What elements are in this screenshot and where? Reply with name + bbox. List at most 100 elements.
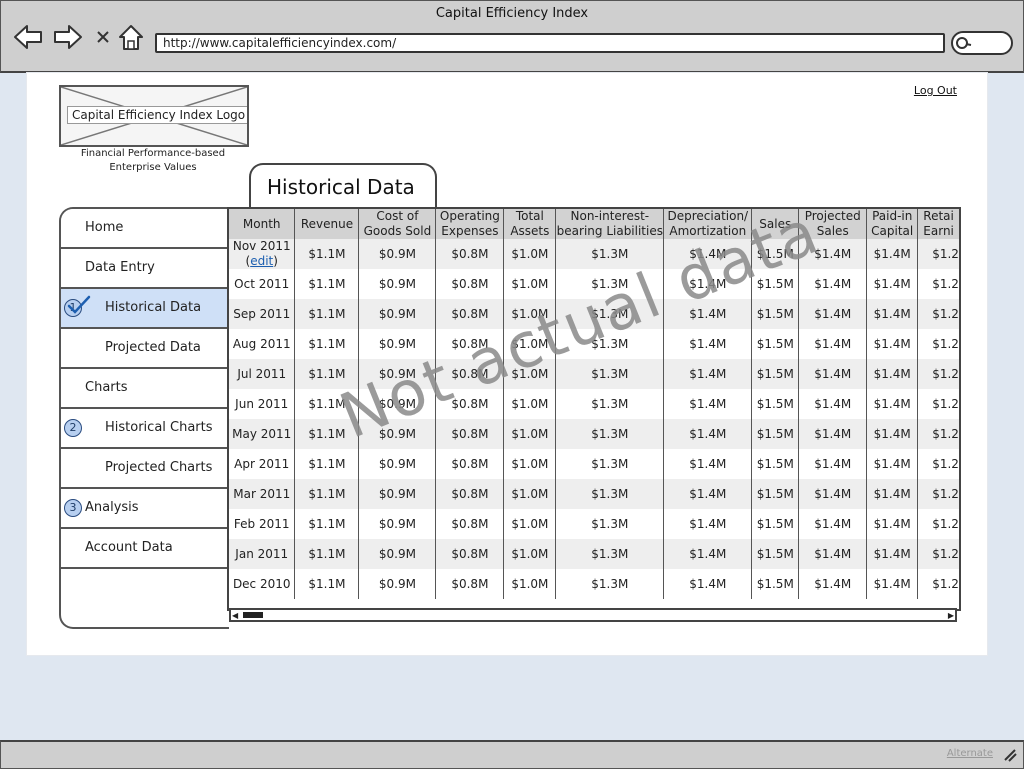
table-header: Month Revenue Cost of Goods Sold Operating Ex… (229, 209, 959, 239)
horizontal-scrollbar[interactable]: ◀ ▶ (229, 608, 957, 622)
table-row: Aug 2011 $1.1M $0.9M $0.8M $1.0M $1.3M $1.4M $1… (229, 329, 959, 359)
value-cell: $1.3M (555, 539, 665, 569)
month-cell: Aug 2011 (229, 329, 296, 359)
sidebar-item-label: Analysis (85, 500, 139, 515)
column-header-line: Earni (923, 224, 954, 238)
column-header-line: Paid-in (872, 209, 913, 223)
forward-arrow-icon[interactable] (53, 23, 83, 51)
value-cell: $1.2 (932, 517, 959, 531)
value-cell: $1.5M (751, 419, 800, 449)
logout-link[interactable]: Log Out (914, 84, 957, 97)
table-row: Oct 2011 $1.1M $0.9M $0.8M $1.0M $1.3M $1.4M $1… (229, 269, 959, 299)
value-cell: $0.8M (435, 239, 505, 269)
column-header-line: Revenue (300, 216, 354, 231)
month-cell: Apr 2011 (229, 449, 296, 479)
value-cell: $1.5M (751, 299, 800, 329)
month-cell: Jan 2011 (229, 539, 296, 569)
value-cell: $1.1M (294, 269, 360, 299)
month-label: Aug 2011 (232, 336, 291, 351)
month-label: Apr 2011 (234, 456, 290, 471)
scroll-right-arrow-icon[interactable]: ▶ (948, 611, 954, 621)
step-badge: 2 (64, 419, 82, 437)
value-cell: $0.9M (358, 569, 437, 599)
value-cell: $0.9M (358, 509, 437, 539)
value-cell: $1.4M (663, 389, 753, 419)
sidebar-item-projected-charts[interactable]: Projected Charts (61, 449, 229, 489)
value-cell: $1.4M (866, 329, 919, 359)
sidebar-item-account-data[interactable]: Account Data (61, 529, 229, 569)
value-cell: $1.1M (294, 239, 360, 269)
tagline: Financial Performance-based Enterprise V… (67, 147, 239, 175)
value-cell: $1.3M (555, 449, 665, 479)
close-icon[interactable] (95, 29, 111, 45)
column-header: Non-interest-bearing Liabilities (555, 209, 665, 239)
search-field[interactable] (951, 31, 1013, 55)
column-header: Cost of Goods Sold (358, 209, 437, 239)
tagline-line-1: Financial Performance-based (80, 148, 226, 159)
edit-link[interactable]: edit (250, 254, 273, 268)
sidebar-item-historical-charts[interactable]: 2 Historical Charts (61, 409, 229, 449)
column-header-line: Sales (816, 224, 849, 238)
value-cell: $1.4M (663, 269, 753, 299)
value-cell: $1.3M (555, 239, 665, 269)
resize-grip-icon[interactable] (1003, 748, 1017, 762)
tab-historical-data[interactable]: Historical Data (249, 163, 437, 207)
value-cell: $1.0M (503, 239, 557, 269)
back-arrow-icon[interactable] (13, 23, 43, 51)
value-cell: $1.1M (294, 569, 360, 599)
sidebar-item-analysis[interactable]: 3 Analysis (61, 489, 229, 529)
sidebar-item-label: Data Entry (85, 260, 155, 275)
column-header: Sales (751, 209, 800, 239)
url-bar[interactable]: http://www.capitalefficiencyindex.com/ (155, 33, 945, 53)
month-label: Jun 2011 (235, 396, 289, 411)
browser-toolbar: Capital Efficiency Index http://www.capi… (0, 0, 1024, 73)
sidebar-item-charts[interactable]: Charts (61, 369, 229, 409)
logo-placeholder: Capital Efficiency Index Logo (59, 85, 249, 147)
column-header-line: bearing Liabilities (556, 224, 663, 238)
scroll-left-arrow-icon[interactable]: ◀ (232, 611, 238, 621)
value-cell: $1.2 (932, 457, 959, 471)
value-cell: $1.0M (503, 569, 557, 599)
value-cell: $1.4M (663, 539, 753, 569)
value-cell: $0.9M (358, 449, 437, 479)
value-cell: $0.9M (358, 479, 437, 509)
value-cell: $1.3M (555, 269, 665, 299)
value-cell: $0.9M (358, 419, 437, 449)
value-cell: $1.4M (866, 539, 919, 569)
value-cell: $1.0M (503, 329, 557, 359)
column-header: Paid-in Capital (866, 209, 919, 239)
home-icon[interactable] (117, 23, 145, 53)
window-title: Capital Efficiency Index (435, 6, 589, 21)
column-header: Retai Earni (917, 209, 959, 239)
value-cell: $1.4M (663, 479, 753, 509)
column-header-line: Non-interest- (570, 209, 650, 223)
month-label: Nov 2011 (232, 239, 291, 253)
sidebar-nav: Home Data Entry 1 Historical Data Projec… (59, 207, 229, 629)
value-cell: $0.9M (358, 359, 437, 389)
column-header-line: Projected (804, 209, 861, 223)
month-cell: Jul 2011 (229, 359, 296, 389)
sidebar-item-historical-data[interactable]: 1 Historical Data (61, 289, 229, 329)
value-cell: $1.1M (294, 539, 360, 569)
value-cell: $1.0M (503, 509, 557, 539)
sidebar-item-home[interactable]: Home (61, 209, 229, 249)
value-cell: $1.4M (798, 419, 868, 449)
value-cell: $1.0M (503, 269, 557, 299)
alternate-link[interactable]: Alternate (947, 748, 993, 759)
month-label: Dec 2010 (232, 576, 291, 591)
value-cell: $1.5M (751, 569, 800, 599)
sidebar-item-data-entry[interactable]: Data Entry (61, 249, 229, 289)
sidebar-item-projected-data[interactable]: Projected Data (61, 329, 229, 369)
value-cell: $1.3M (555, 389, 665, 419)
edit-link-wrapper: (edit) (245, 254, 278, 268)
value-cell: $0.9M (358, 269, 437, 299)
month-label: Sep 2011 (233, 306, 291, 321)
column-header-line: Cost of (376, 209, 419, 223)
column-header-line: Goods Sold (363, 224, 432, 238)
value-cell: $1.4M (663, 449, 753, 479)
value-cell: $1.4M (798, 509, 868, 539)
table-row: Mar 2011 $1.1M $0.9M $0.8M $1.0M $1.3M $1.4M $1… (229, 479, 959, 509)
scrollbar-thumb[interactable] (243, 612, 263, 618)
value-cell: $1.5M (751, 479, 800, 509)
month-cell: Sep 2011 (229, 299, 296, 329)
